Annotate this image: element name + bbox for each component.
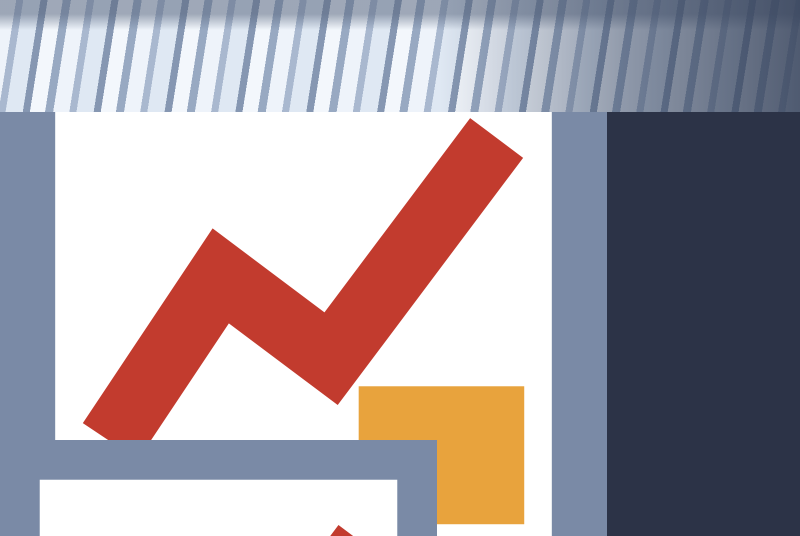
app-icon bbox=[0, 440, 437, 536]
desktop: t2m in test FileEditViewHistoryBookmarks… bbox=[0, 0, 800, 536]
wallpaper-left bbox=[0, 90, 58, 536]
wallpaper-top bbox=[0, 0, 800, 112]
window-t2m-in-2020: t2m in 2020 FileEditViewHistoryBookmarks… bbox=[0, 440, 437, 536]
titlebar-t2m-in-2020[interactable]: t2m in 2020 bbox=[0, 440, 437, 536]
